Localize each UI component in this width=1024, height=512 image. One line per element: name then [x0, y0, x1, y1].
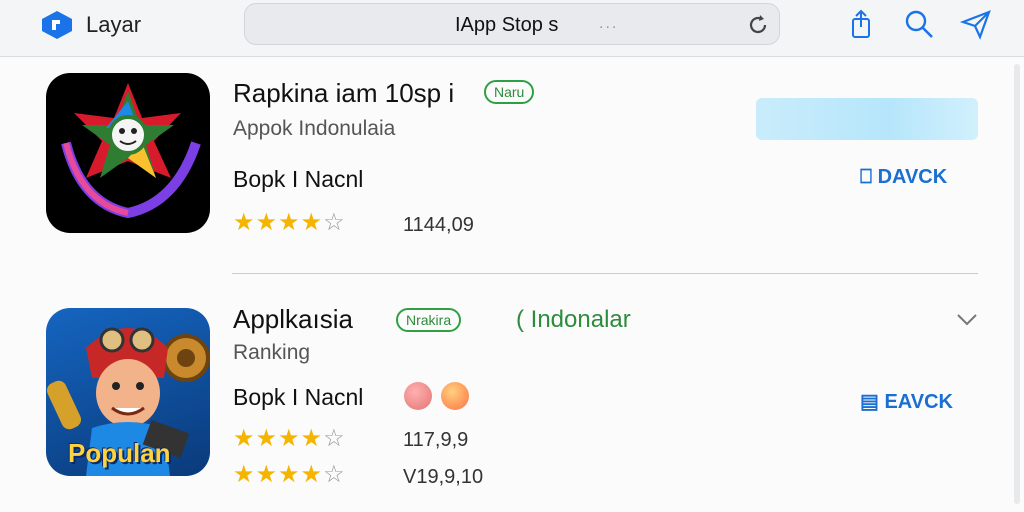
download-button[interactable]: ⎕ DAVCK [860, 166, 947, 189]
app-badge: Naru [484, 80, 535, 104]
document-icon: ▤ [860, 391, 879, 413]
scrollbar[interactable] [1014, 64, 1020, 504]
reload-icon[interactable] [746, 13, 770, 37]
star-emblem-icon [61, 83, 201, 219]
review-count-secondary: V19,9,10 [403, 466, 484, 488]
app-name[interactable]: Rapkina iam 10sp i [233, 78, 454, 109]
row-divider [232, 273, 978, 274]
rating-stars-secondary: ★★★★☆ [233, 461, 346, 488]
face-emoji [404, 382, 432, 410]
app-icon[interactable] [46, 73, 210, 233]
share-icon[interactable] [845, 8, 877, 40]
icon-label: Populan [68, 438, 171, 468]
developer-name[interactable]: ( Indonalar [516, 306, 631, 334]
top-bar: Layar IApp Stop s ... [0, 0, 1024, 57]
layar-logo-icon[interactable] [40, 10, 74, 40]
rating-stars: ★★★★☆ [233, 425, 346, 452]
review-count: 1144,09 [403, 214, 474, 236]
bookmark-icon: ⎕ [860, 166, 872, 188]
app-category: Bopk I Nacnl [233, 384, 364, 410]
app-subtitle: Appok Indonulaia [233, 117, 396, 140]
get-button[interactable] [756, 98, 978, 140]
brand-name: Layar [86, 12, 142, 37]
app-category: Bopk I Nacnl [233, 166, 364, 192]
rating-stars: ★★★★☆ [233, 209, 346, 236]
app-badge: Nrakira [396, 308, 462, 332]
send-icon[interactable] [960, 8, 992, 40]
address-title: IApp Stop s [455, 14, 559, 36]
search-icon[interactable] [903, 8, 935, 40]
review-count: 117,9,9 [403, 429, 469, 451]
app-name[interactable]: Applkaısia [233, 304, 353, 335]
tongue-face-emoji [441, 382, 469, 410]
chevron-down-icon[interactable] [956, 313, 978, 327]
address-bar[interactable]: IApp Stop s ... [244, 3, 780, 45]
app-subtitle: Ranking [233, 341, 311, 364]
download-button[interactable]: ▤ EAVCK [860, 389, 953, 414]
address-dots: ... [599, 15, 619, 32]
app-icon[interactable]: Populan [46, 308, 210, 476]
